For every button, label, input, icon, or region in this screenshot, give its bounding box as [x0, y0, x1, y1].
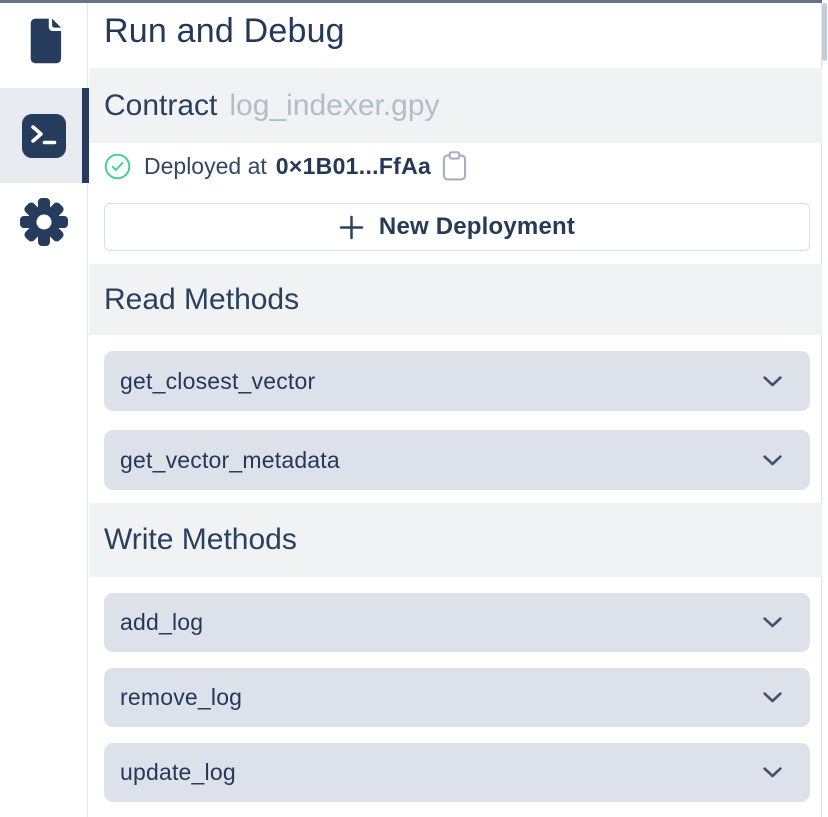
deployed-at-label: Deployed at — [144, 153, 267, 180]
gear-icon — [19, 197, 69, 247]
file-icon — [25, 17, 63, 64]
page-title: Run and Debug — [104, 8, 345, 54]
sidebar-item-settings[interactable] — [0, 193, 88, 251]
chevron-down-icon — [763, 455, 782, 466]
method-label: get_vector_metadata — [120, 447, 340, 474]
clipboard-icon — [442, 151, 467, 181]
method-dropdown-add-log[interactable]: add_log — [104, 593, 810, 652]
read-methods-title: Read Methods — [104, 283, 299, 317]
activity-sidebar — [0, 3, 88, 817]
write-methods-header: Write Methods — [89, 503, 822, 577]
contract-label: Contract — [104, 89, 217, 123]
method-dropdown-remove-log[interactable]: remove_log — [104, 668, 810, 727]
chevron-down-icon — [763, 617, 782, 628]
sidebar-item-files[interactable] — [0, 10, 88, 70]
new-deployment-button[interactable]: New Deployment — [104, 203, 810, 251]
read-methods-header: Read Methods — [89, 264, 822, 335]
method-label: add_log — [120, 609, 203, 636]
chevron-down-icon — [763, 376, 782, 387]
sidebar-item-terminal[interactable] — [0, 88, 88, 183]
top-accent-bar — [0, 0, 822, 3]
write-methods-title: Write Methods — [104, 523, 297, 557]
method-dropdown-get-closest-vector[interactable]: get_closest_vector — [104, 351, 810, 411]
chevron-down-icon — [763, 692, 782, 703]
terminal-icon — [22, 114, 66, 158]
contract-filename: log_indexer.gpy — [229, 89, 439, 123]
copy-address-button[interactable] — [442, 151, 467, 181]
method-dropdown-update-log[interactable]: update_log — [104, 743, 810, 802]
scrollbar-thumb[interactable] — [822, 3, 827, 61]
deployment-status-row: Deployed at 0×1B01...FfAa — [104, 148, 810, 184]
plus-icon — [339, 215, 364, 240]
check-circle-icon — [104, 153, 131, 180]
new-deployment-label: New Deployment — [379, 213, 575, 241]
method-label: get_closest_vector — [120, 368, 315, 395]
method-label: update_log — [120, 759, 236, 786]
chevron-down-icon — [763, 767, 782, 778]
method-dropdown-get-vector-metadata[interactable]: get_vector_metadata — [104, 430, 810, 490]
deployed-address: 0×1B01...FfAa — [276, 153, 431, 180]
method-label: remove_log — [120, 684, 242, 711]
contract-header: Contract log_indexer.gpy — [89, 68, 822, 143]
